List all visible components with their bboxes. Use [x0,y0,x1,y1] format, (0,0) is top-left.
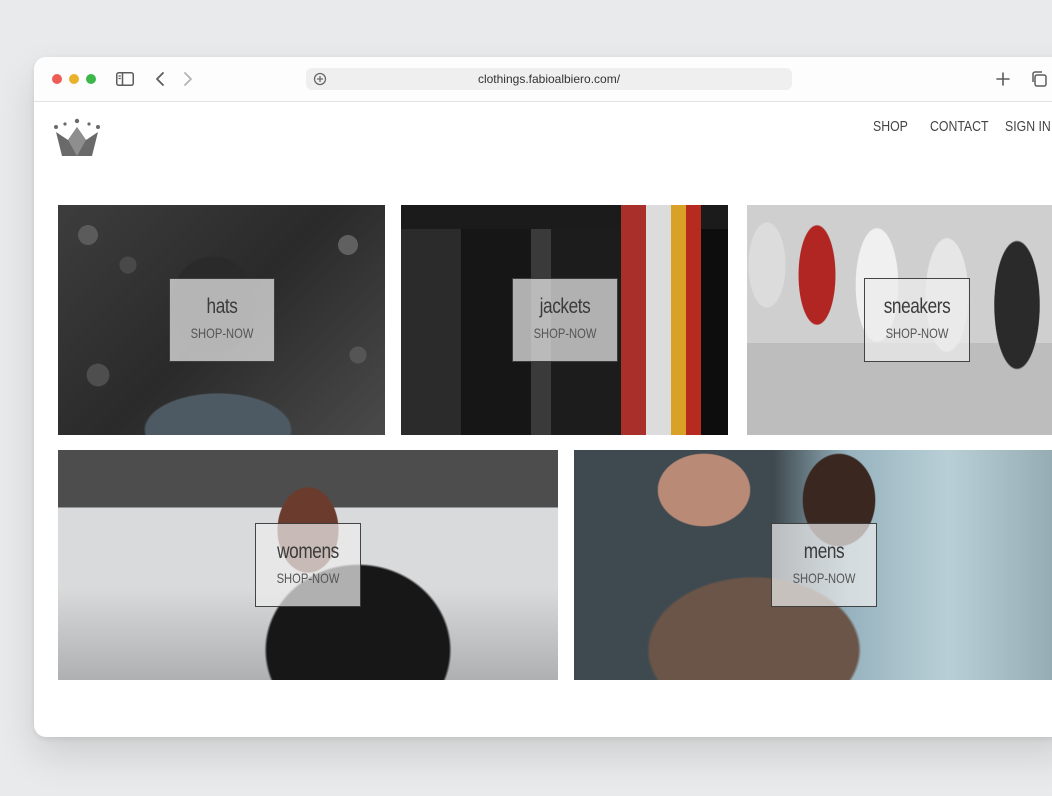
shop-now-button[interactable]: SHOP-NOW [875,325,958,341]
category-tile-hats[interactable]: hats SHOP-NOW [58,205,385,435]
url-text: clothings.fabioalbiero.com/ [477,72,621,86]
shop-now-button[interactable]: SHOP-NOW [266,570,349,586]
category-label-box[interactable]: mens SHOP-NOW [771,523,877,607]
sidebar-icon[interactable] [114,68,136,90]
category-title: mens [803,540,845,563]
chevron-left-icon[interactable] [150,68,170,90]
category-tile-womens[interactable]: womens SHOP-NOW [58,450,558,680]
nav-sign-in-link[interactable]: SIGN IN [1005,118,1051,135]
nav-shop-link[interactable]: SHOP [873,118,908,135]
shop-now-button[interactable]: SHOP-NOW [782,570,865,586]
category-label-box[interactable]: sneakers SHOP-NOW [864,278,971,362]
category-tile-mens[interactable]: mens SHOP-NOW [574,450,1052,680]
shop-now-button[interactable]: SHOP-NOW [523,325,606,341]
category-title: womens [277,540,339,563]
browser-toolbar: clothings.fabioalbiero.com/ [34,57,1052,102]
category-tile-sneakers[interactable]: sneakers SHOP-NOW [747,205,1052,435]
browser-window: clothings.fabioalbiero.com/ SHOP CONTACT… [34,57,1052,737]
crown-icon[interactable] [52,118,102,158]
category-title: jackets [539,295,590,318]
category-label-box[interactable]: womens SHOP-NOW [255,523,361,607]
minimize-window-button[interactable] [69,74,79,84]
chevron-right-icon[interactable] [178,68,198,90]
shop-now-button[interactable]: SHOP-NOW [180,325,263,341]
category-title: sneakers [883,295,951,318]
site-header: SHOP CONTACT SIGN IN [34,102,1052,182]
category-tile-jackets[interactable]: jackets SHOP-NOW [401,205,728,435]
maximize-window-button[interactable] [86,74,96,84]
tab-overview-icon[interactable] [1028,68,1050,90]
address-bar[interactable]: clothings.fabioalbiero.com/ [306,68,792,90]
category-label-box[interactable]: hats SHOP-NOW [168,278,275,362]
category-title: hats [206,295,237,318]
plus-icon[interactable] [992,68,1014,90]
category-label-box[interactable]: jackets SHOP-NOW [511,278,618,362]
nav-contact-link[interactable]: CONTACT [930,118,989,135]
close-window-button[interactable] [52,74,62,84]
